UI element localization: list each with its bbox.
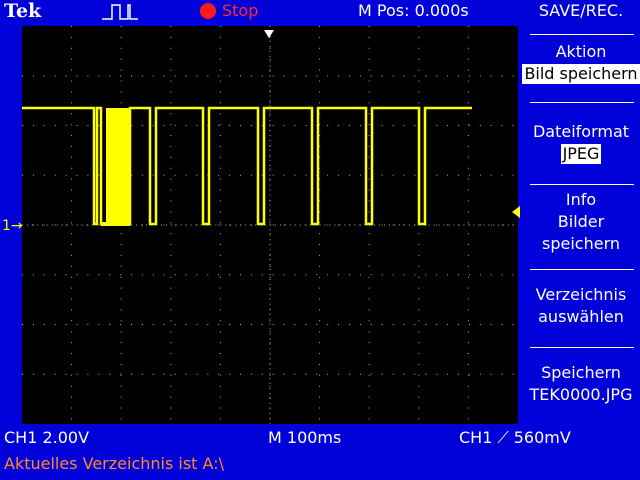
trigger-readout: CH1 ⟋ 560mV [459,428,571,447]
menu-aktion-label: Aktion [555,42,607,61]
waveform-display [22,26,518,424]
timebase-readout: M 100ms [268,428,342,447]
waveform-dense-block [106,108,130,224]
menu-speichern-filename: TEK0000.JPG [529,385,633,404]
menu-separator [530,347,634,348]
status-message: Aktuelles Verzeichnis ist A:\ [4,454,224,473]
menu-verzeichnis-line: auswählen [538,307,624,326]
menu-verzeichnis-auswaehlen[interactable]: Verzeichnis auswählen [522,284,640,328]
menu-aktion[interactable]: Aktion Bild speichern [522,41,640,85]
menu-title: SAVE/REC. [538,1,624,20]
menu-aktion-value: Bild speichern [522,64,640,84]
menu-info-line: speichern [542,234,620,253]
horizontal-position-readout: M Pos: 0.000s [358,1,469,20]
ch1-scale-readout: CH1 2.00V [4,428,90,447]
menu-verzeichnis-line: Verzeichnis [535,285,627,304]
brand-logo: Tek [4,0,42,22]
pulse-trigger-icon [102,4,138,20]
menu-dateiformat[interactable]: Dateiformat JPEG [522,121,640,165]
trigger-position-arrow-icon [264,30,274,38]
waveform-dense-base [101,222,130,226]
menu-separator [530,184,634,185]
menu-separator [530,269,634,270]
menu-dateiformat-value: JPEG [560,144,602,164]
run-state-label: Stop [222,1,259,20]
channel-1-marker: 1→ [2,218,23,234]
menu-info-bilder-speichern[interactable]: Info Bilder speichern [522,189,640,255]
menu-speichern[interactable]: Speichern TEK0000.JPG [522,362,640,406]
menu-info-line: Bilder [557,212,605,231]
menu-speichern-line: Speichern [541,363,621,382]
stop-indicator-icon [200,3,216,19]
menu-separator [530,34,634,35]
menu-dateiformat-label: Dateiformat [532,122,630,141]
menu-info-line: Info [565,190,597,209]
graticule-grid [22,26,518,424]
trigger-level-arrow-icon [512,206,520,218]
menu-separator [530,102,634,103]
